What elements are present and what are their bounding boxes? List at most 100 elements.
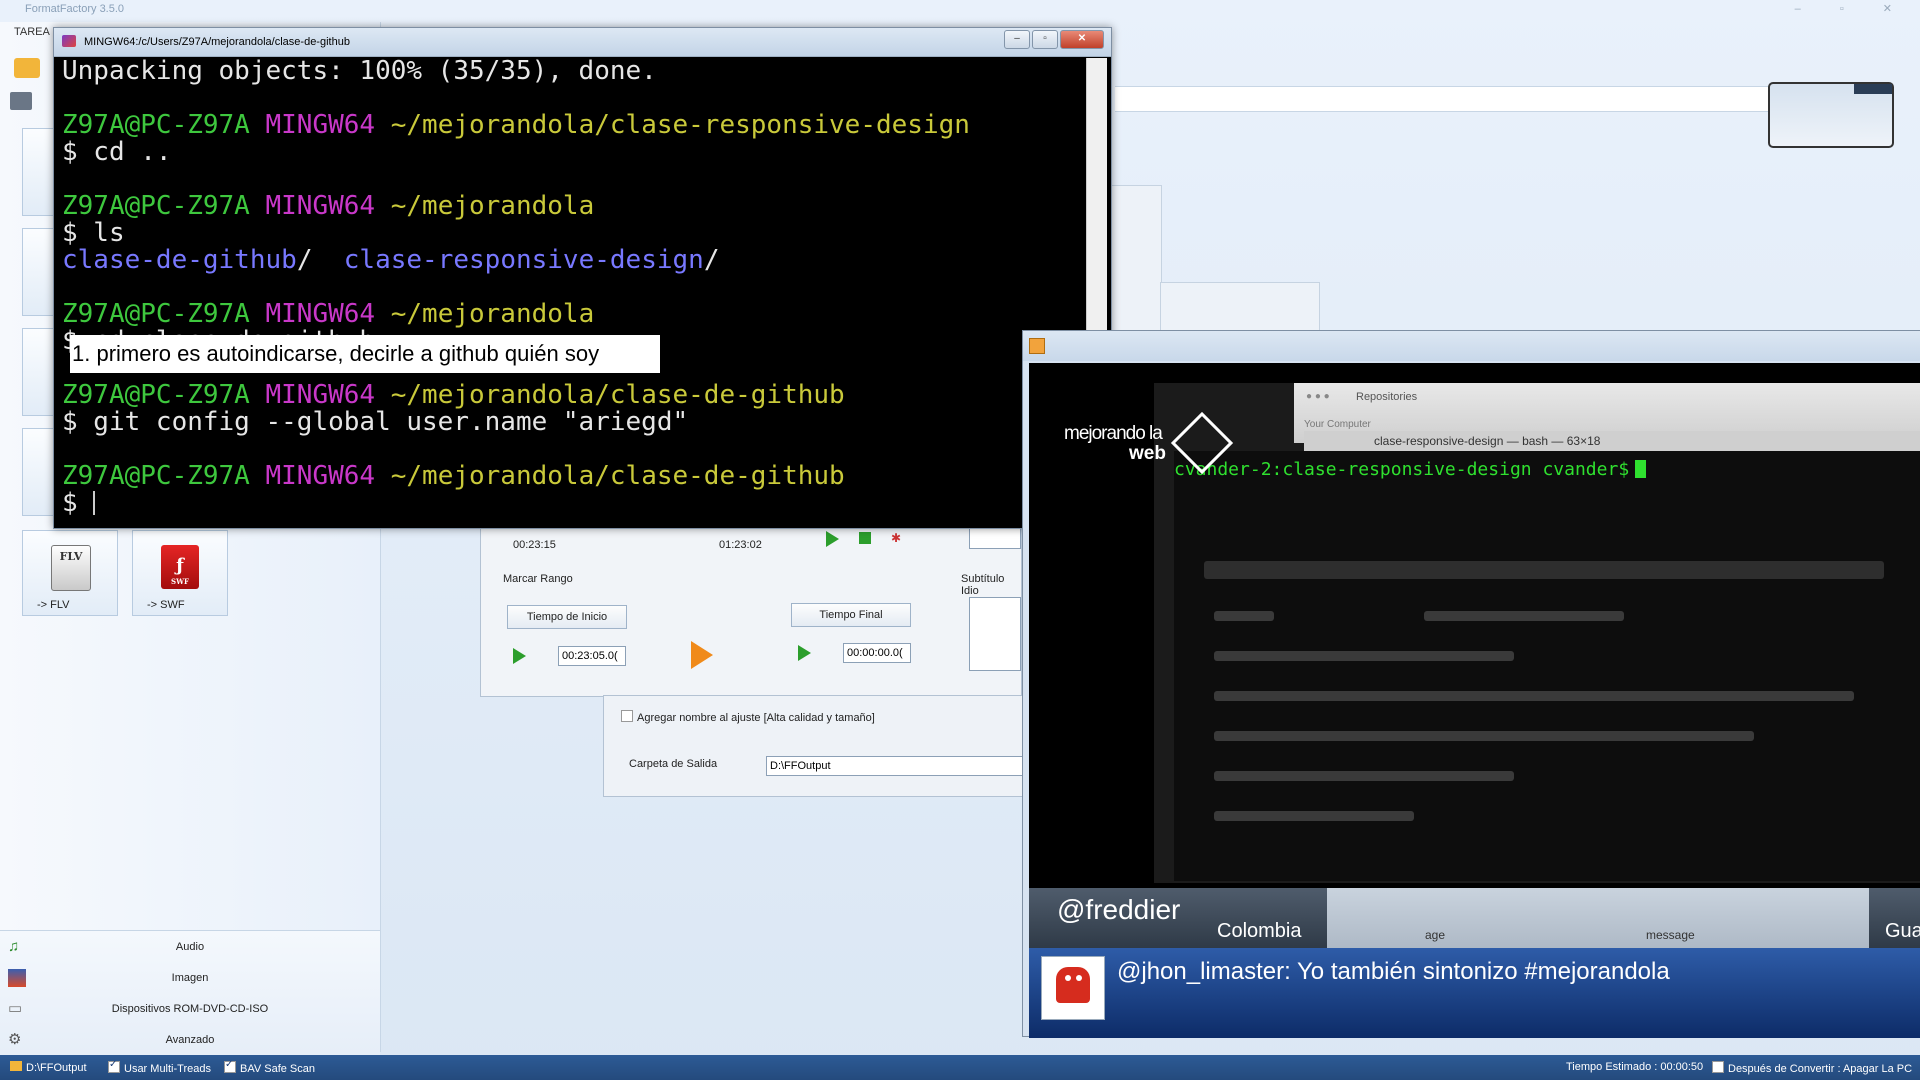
- bav-option[interactable]: BAV Safe Scan: [224, 1059, 315, 1075]
- category-audio[interactable]: ♫ Audio: [0, 933, 380, 963]
- maximize-button[interactable]: ▫: [1032, 30, 1058, 49]
- floating-widget[interactable]: [1768, 82, 1894, 148]
- format-card-partial[interactable]: [22, 128, 54, 216]
- age-label: age: [1425, 928, 1446, 942]
- terminal-title: MINGW64:/c/Users/Z97A/mejorandola/clase-…: [84, 36, 350, 48]
- folder-icon: [10, 1061, 22, 1071]
- folder-icon[interactable]: [14, 58, 40, 78]
- speaker-handle: @freddier: [1057, 894, 1181, 925]
- background-dialog: [1160, 282, 1320, 334]
- multithreads-checkbox[interactable]: [108, 1059, 120, 1073]
- close-button[interactable]: ✕: [1060, 30, 1104, 49]
- film-icon[interactable]: [10, 92, 32, 110]
- app-title: FormatFactory 3.5.0: [25, 3, 125, 15]
- blurred-content: [1204, 561, 1904, 861]
- avatar: [1041, 956, 1105, 1020]
- start-time-button[interactable]: Tiempo de Inicio: [507, 605, 627, 629]
- start-time-field[interactable]: 00:23:05.0(: [558, 646, 626, 666]
- output-folder-label: Carpeta de Salida: [629, 758, 718, 770]
- format-card-partial[interactable]: [22, 228, 54, 316]
- terminal-listing: clase-de-github/ clase-responsive-design…: [62, 245, 720, 275]
- end-time-button[interactable]: Tiempo Final: [791, 603, 911, 627]
- terminal-command: $ cd ..: [62, 137, 172, 167]
- shell-cursor: [1635, 460, 1647, 478]
- subtitle-box[interactable]: [969, 597, 1021, 671]
- output-panel: Agregar nombre al ajuste [Alta calidad y…: [603, 695, 1025, 797]
- format-card-label: -> FLV: [37, 599, 70, 611]
- time-start-display: 00:23:15: [513, 539, 556, 551]
- chat-message-bar: @jhon_limaster: Yo también sintonizo #me…: [1029, 948, 1920, 1038]
- shell-window: cvander-2:clase-responsive-design cvande…: [1174, 451, 1920, 881]
- terminal-prompt: Z97A@PC-Z97A MINGW64 ~/mejorandola/clase…: [62, 461, 845, 491]
- format-card-flv[interactable]: FLV -> FLV: [22, 530, 118, 616]
- time-end-display: 01:23:02: [719, 539, 762, 551]
- mingw-icon: [62, 35, 76, 47]
- terminal-input-line[interactable]: $: [62, 490, 1082, 517]
- terminal-output[interactable]: Unpacking objects: 100% (35/35), done.​Z…: [62, 58, 1082, 523]
- play-start-icon[interactable]: [513, 648, 526, 664]
- terminal-prompt: Z97A@PC-Z97A MINGW64 ~/mejorandola: [62, 191, 595, 221]
- format-card-swf[interactable]: ƒ SWF -> SWF: [132, 530, 228, 616]
- finder-title: Repositories: [1356, 391, 1418, 403]
- add-name-checkbox[interactable]: [621, 710, 633, 722]
- format-card-label: -> SWF: [147, 599, 185, 611]
- bav-checkbox[interactable]: [224, 1059, 236, 1073]
- subtitle-caption: 1. primero es autoindicarse, decirle a g…: [70, 335, 660, 373]
- terminal-titlebar[interactable]: MINGW64:/c/Users/Z97A/mejorandola/clase-…: [54, 28, 1111, 57]
- add-name-option[interactable]: Agregar nombre al ajuste [Alta calidad y…: [621, 710, 875, 724]
- category-dispositivos[interactable]: ▭ Dispositivos ROM-DVD-CD-ISO: [0, 995, 380, 1025]
- video-frame: ● ● ● Repositories Your Computer clase-r…: [1029, 363, 1920, 1038]
- shared-screen: ● ● ● Repositories Your Computer clase-r…: [1154, 383, 1920, 883]
- terminal-window[interactable]: MINGW64:/c/Users/Z97A/mejorandola/clase-…: [53, 27, 1112, 529]
- minimize-button[interactable]: –: [1004, 30, 1030, 49]
- arrow-right-icon: [691, 641, 713, 669]
- shell-title: clase-responsive-design — bash — 63×18: [1374, 434, 1601, 448]
- swf-icon: ƒ SWF: [161, 545, 199, 589]
- player-icon: [1029, 338, 1045, 354]
- finder-sub: Your Computer: [1304, 419, 1371, 430]
- play-icon[interactable]: [826, 531, 839, 547]
- widget-header: [1854, 84, 1892, 94]
- shell-titlebar: clase-responsive-design — bash — 63×18: [1304, 431, 1920, 451]
- terminal-prompt: Z97A@PC-Z97A MINGW64 ~/mejorandola/clase…: [62, 380, 845, 410]
- app-window-controls[interactable]: – ▫ ✕: [1795, 2, 1910, 15]
- after-convert-checkbox[interactable]: [1712, 1061, 1724, 1073]
- shell-prompt: cvander-2:clase-responsive-design cvande…: [1174, 459, 1647, 480]
- subtitle-label: Subtítulo Idio: [961, 573, 1005, 597]
- message-label: message: [1646, 928, 1695, 942]
- estimated-time: Tiempo Estimado : 00:00:50: [1566, 1061, 1704, 1073]
- play-end-icon[interactable]: [798, 645, 811, 661]
- mute-icon[interactable]: ✱: [891, 531, 901, 545]
- category-imagen[interactable]: Imagen: [0, 964, 380, 994]
- end-time-field[interactable]: 00:00:00.0(: [843, 643, 911, 663]
- tab-tarea[interactable]: TAREA: [14, 26, 50, 38]
- volume-box[interactable]: [969, 527, 1021, 549]
- lower-third: @freddier Colombia age message Guat: [1029, 888, 1920, 948]
- category-avanzado[interactable]: ⚙ Avanzado: [0, 1026, 380, 1056]
- video-titlebar[interactable]: [1023, 331, 1920, 361]
- second-speaker-tag: Guat: [1869, 888, 1920, 948]
- terminal-prompt: Z97A@PC-Z97A MINGW64 ~/mejorandola: [62, 299, 595, 329]
- text-cursor: [93, 491, 96, 515]
- terminal-line: Unpacking objects: 100% (35/35), done.: [62, 56, 657, 86]
- output-folder-status[interactable]: D:\FFOutput: [10, 1061, 87, 1074]
- speaker-country: Colombia: [1217, 920, 1302, 942]
- task-list-strip: [1115, 86, 1770, 112]
- chat-message: @jhon_limaster: Yo también sintonizo #me…: [1117, 958, 1670, 985]
- mejorandola-logo: mejorando la web: [1064, 411, 1234, 493]
- video-window[interactable]: ● ● ● Repositories Your Computer clase-r…: [1022, 330, 1920, 1038]
- flv-icon: FLV: [51, 545, 91, 591]
- terminal-command: $ git config --global user.name "ariegd": [62, 407, 689, 437]
- output-folder-field[interactable]: D:\FFOutput: [766, 756, 1024, 776]
- speaker-tag: @freddier Colombia: [1029, 888, 1327, 948]
- format-card-partial[interactable]: [22, 328, 54, 416]
- window-dots: ● ● ●: [1306, 391, 1330, 402]
- terminal-prompt: Z97A@PC-Z97A MINGW64 ~/mejorandola/clase…: [62, 110, 970, 140]
- format-card-partial[interactable]: [22, 428, 54, 516]
- android-robot-icon: [1056, 967, 1090, 1003]
- category-panel: ♫ Audio Imagen ▭ Dispositivos ROM-DVD-CD-I…: [0, 930, 380, 1056]
- stop-icon[interactable]: [859, 532, 871, 544]
- after-convert-option[interactable]: Después de Convertir : Apagar La PC: [1712, 1061, 1912, 1075]
- multithreads-option[interactable]: Usar Multi-Treads: [108, 1059, 211, 1075]
- status-bar: D:\FFOutput Usar Multi-Treads BAV Safe S…: [0, 1055, 1920, 1080]
